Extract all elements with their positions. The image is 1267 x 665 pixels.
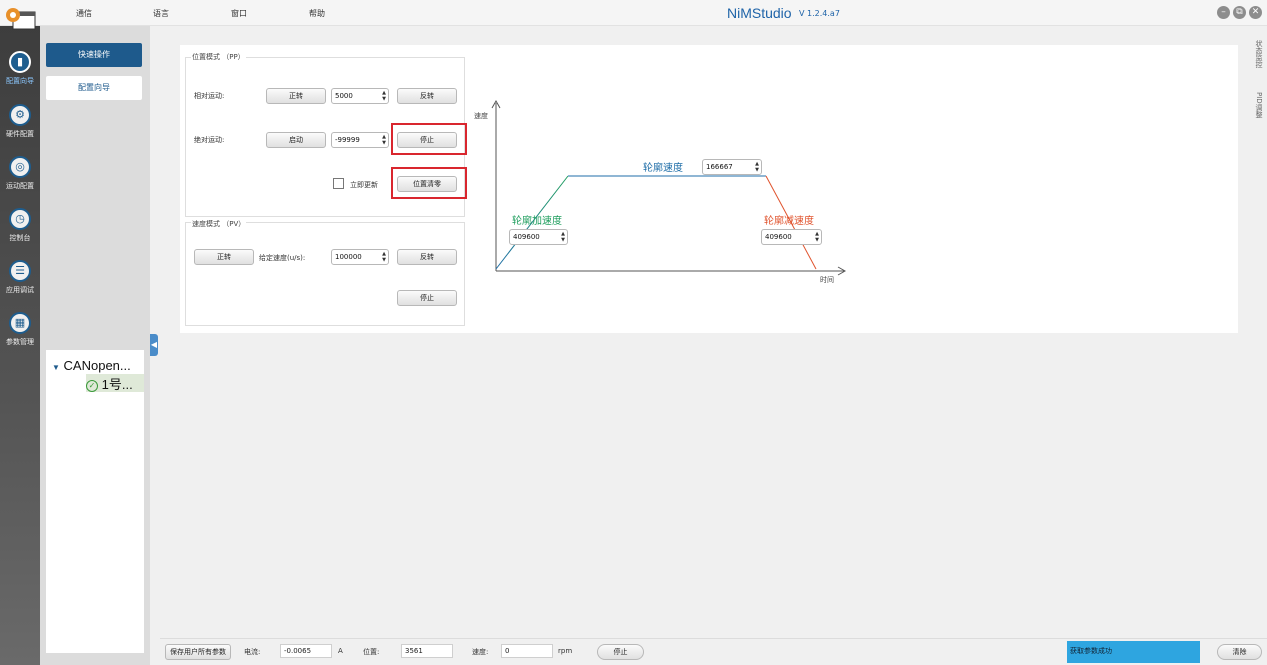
config-wizard-button[interactable]: 配置向导 [46,76,142,100]
params-icon: ▦ [9,312,31,334]
profile-decel-spinbox[interactable]: 409600 ▲ ▼ [761,229,822,245]
nav-label: 控制台 [9,234,31,242]
motion-icon: ◎ [9,156,31,178]
clear-button[interactable]: 清除 [1217,644,1262,660]
nav-label: 运动配置 [6,182,34,190]
app-title: NiMStudio [727,5,792,21]
quick-ops-button[interactable]: 快速操作 [46,43,142,67]
nav-label: 参数管理 [6,338,34,346]
expand-arrow-icon: ▼ [52,363,60,372]
spin-arrows-icon[interactable]: ▲ ▼ [755,161,759,173]
spin-arrows-icon[interactable]: ▲ ▼ [815,231,819,243]
menu-language[interactable]: 语言 [153,8,169,19]
console-icon: ◷ [9,208,31,230]
spin-arrows-icon[interactable]: ▲ ▼ [561,231,565,243]
motion-profile-diagram [491,99,847,276]
speed-axis-label: 速度 [474,112,488,120]
current-unit: A [338,647,343,655]
tab-status-monitor[interactable]: 状态监控 [1254,40,1264,68]
title-bar: 通信 语言 窗口 帮助 NiMStudio V 1.2.4.a7 – ⧉ ✕ [0,0,1267,26]
nav-label: 硬件配置 [6,130,34,138]
status-message: 获取参数成功 [1067,641,1200,663]
nav-app-debug[interactable]: ☰ 应用调试 [0,260,40,310]
close-button[interactable]: ✕ [1249,6,1262,19]
collapse-panel-icon[interactable]: ◀ [150,334,158,356]
wizard-icon: ▮ [9,51,31,73]
position-label: 位置: [363,648,380,656]
nav-label: 应用调试 [6,286,34,294]
nav-config-wizard[interactable]: ▮ 配置向导 [0,51,40,101]
device-tree: ▼ CANopen... ✓ 1号... [46,350,144,653]
nav-console[interactable]: ◷ 控制台 [0,208,40,258]
profile-decel-label: 轮廓减速度 [764,216,814,227]
left-nav-rail: ▮ 配置向导 ⚙ 硬件配置 ◎ 运动配置 ◷ 控制台 ☰ 应用调试 ▦ 参数管理 [0,8,40,665]
tree-child-label: 1号... [101,377,133,392]
profile-speed-label: 轮廓速度 [643,163,683,174]
statusbar-stop-button[interactable]: 停止 [597,644,644,660]
profile-accel-spinbox[interactable]: 409600 ▲ ▼ [509,229,568,245]
status-bar: 保存用户所有参数 电流: -0.0065 A 位置: 3561 速度: 0 rp… [160,638,1267,665]
time-axis-label: 时间 [820,276,834,284]
profile-accel-label: 轮廓加速度 [512,216,562,227]
nav-motion-config[interactable]: ◎ 运动配置 [0,156,40,206]
nav-hardware-config[interactable]: ⚙ 硬件配置 [0,104,40,154]
debug-icon: ☰ [9,260,31,282]
menu-help[interactable]: 帮助 [309,8,325,19]
minimize-button[interactable]: – [1217,6,1230,19]
menu-communication[interactable]: 通信 [76,8,92,19]
current-label: 电流: [244,648,261,656]
app-logo-icon [6,8,36,30]
speed-unit: rpm [558,647,573,655]
tree-child-node[interactable]: ✓ 1号... [86,374,144,392]
nav-param-manage[interactable]: ▦ 参数管理 [0,312,40,362]
position-field: 3561 [401,644,453,658]
profile-decel-value: 409600 [765,233,792,241]
check-icon: ✓ [86,379,98,392]
profile-speed-spinbox[interactable]: 166667 ▲ ▼ [702,159,762,175]
current-field: -0.0065 [280,644,332,658]
profile-speed-value: 166667 [706,163,733,171]
save-all-params-button[interactable]: 保存用户所有参数 [165,644,231,660]
main-panel: 位置模式 （PP） 相对运动: 正转 5000 ▲ ▼ 反转 绝对运动: 启动 -… [180,45,1238,333]
app-version: V 1.2.4.a7 [799,9,840,18]
speed-label: 速度: [472,648,489,656]
profile-accel-value: 409600 [513,233,540,241]
tab-pid-tuning[interactable]: PID调整 [1254,92,1264,118]
tree-root-node[interactable]: ▼ CANopen... [52,358,131,373]
tree-root-label: CANopen... [63,358,131,373]
menu-window[interactable]: 窗口 [231,8,247,19]
restore-button[interactable]: ⧉ [1233,6,1246,19]
speed-field: 0 [501,644,553,658]
nav-label: 配置向导 [6,77,34,85]
side-panel: 快速操作 配置向导 ▼ CANopen... ✓ 1号... [40,26,150,665]
hardware-icon: ⚙ [9,104,31,126]
